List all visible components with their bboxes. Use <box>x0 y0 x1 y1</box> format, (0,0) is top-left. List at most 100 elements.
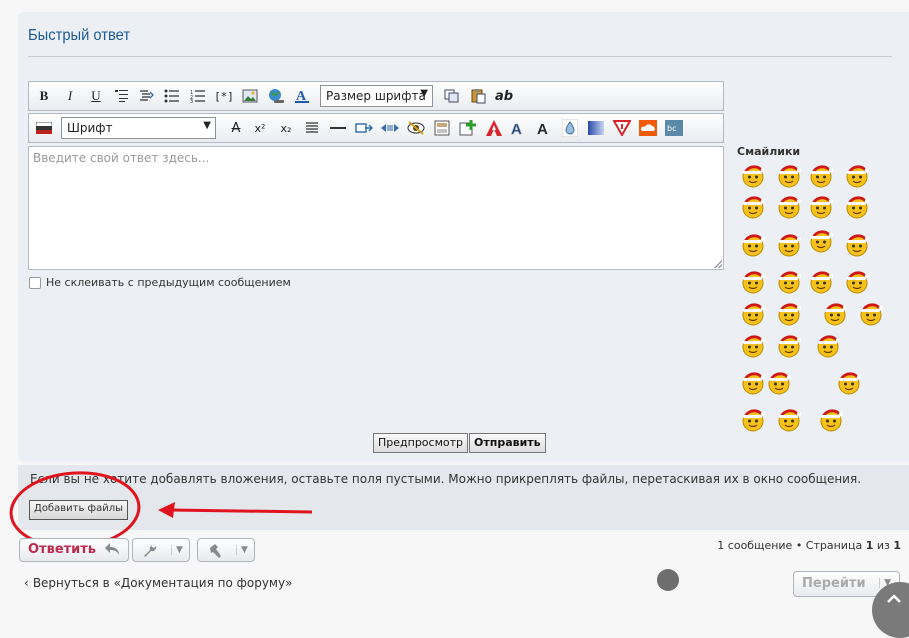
smiley-icon[interactable] <box>808 268 834 294</box>
justify-icon[interactable] <box>301 117 323 139</box>
image-icon[interactable] <box>239 85 261 107</box>
editor-toolbar-top: B I U 123 [*] A Размер шрифта ▼ ab <box>28 81 724 111</box>
font-select[interactable]: Шрифт ▼ <box>61 117 216 139</box>
pagination-of: из <box>873 539 894 552</box>
smiley-icon[interactable] <box>740 369 766 395</box>
attachments-notice: Если вы не хотите добавлять вложения, ос… <box>30 472 862 486</box>
title-divider <box>28 56 892 57</box>
smiley-icon[interactable] <box>815 332 841 358</box>
smiley-icon[interactable] <box>776 406 802 432</box>
font-size-select[interactable]: Размер шрифта ▼ <box>320 85 433 107</box>
font-a-icon[interactable]: A <box>507 117 529 139</box>
pagination: 1 сообщение • Страница 1 из 1 <box>717 539 901 552</box>
hr-icon[interactable] <box>327 117 349 139</box>
smiley-icon[interactable] <box>822 300 848 326</box>
smiley-icon[interactable] <box>808 162 834 188</box>
hammer-icon <box>207 543 223 562</box>
smiley-icon[interactable] <box>858 300 884 326</box>
strike-icon[interactable]: A <box>225 117 247 139</box>
quote-icon[interactable] <box>111 85 133 107</box>
smiley-icon[interactable] <box>740 231 766 257</box>
textarea-placeholder: Введите свой ответ здесь... <box>33 151 210 165</box>
add-files-button[interactable]: Добавить файлы <box>29 500 128 520</box>
font-select-label: Шрифт <box>67 121 113 135</box>
hide-icon[interactable] <box>379 117 401 139</box>
smiley-icon[interactable] <box>740 406 766 432</box>
eye-icon[interactable] <box>405 117 427 139</box>
smiley-icon[interactable] <box>776 332 802 358</box>
smiley-icon[interactable] <box>740 162 766 188</box>
bold-icon[interactable]: B <box>33 85 55 107</box>
subscript-icon[interactable]: x₂ <box>275 117 297 139</box>
copy-icon[interactable] <box>441 85 463 107</box>
code-icon[interactable] <box>135 85 157 107</box>
wrench-icon <box>142 543 158 562</box>
soundcloud-icon[interactable] <box>637 117 659 139</box>
italic-icon[interactable]: I <box>59 85 81 107</box>
page-title: Быстрый ответ <box>28 27 131 44</box>
chevron-down-icon: ▼ <box>236 545 248 555</box>
underline-icon[interactable]: U <box>85 85 107 107</box>
page-total: 1 <box>893 539 901 552</box>
font-a2-icon[interactable]: A <box>533 117 555 139</box>
smiley-icon[interactable] <box>776 162 802 188</box>
resize-handle-icon[interactable] <box>714 260 722 268</box>
smiley-icon[interactable] <box>740 268 766 294</box>
svg-text:3: 3 <box>190 99 193 103</box>
moderation-button[interactable]: ▼ <box>197 538 255 562</box>
smiley-icon[interactable] <box>844 193 870 219</box>
smiley-icon[interactable] <box>818 406 844 432</box>
ab-icon[interactable]: ab <box>493 85 515 107</box>
submit-button[interactable]: Отправить <box>469 433 546 453</box>
editor-toolbar-bottom: Шрифт ▼ A x² x₂ A A bc <box>28 113 724 143</box>
list-item-icon[interactable]: [*] <box>213 85 235 107</box>
back-link[interactable]: ‹ Вернуться в «Документация по форуму» <box>24 576 292 590</box>
offtop-icon[interactable] <box>431 117 453 139</box>
font-color-icon[interactable]: A <box>291 85 313 107</box>
chevron-down-icon: ▼ <box>420 88 428 99</box>
no-merge-checkbox[interactable] <box>29 277 41 289</box>
list-icon[interactable] <box>161 85 183 107</box>
smiley-icon[interactable] <box>776 193 802 219</box>
smiley-icon[interactable] <box>844 268 870 294</box>
smiley-icon[interactable] <box>844 231 870 257</box>
smiley-icon[interactable] <box>766 369 792 395</box>
add-icon[interactable] <box>457 117 479 139</box>
smiley-icon[interactable] <box>808 227 834 253</box>
reply-button[interactable]: Ответить <box>19 538 129 562</box>
chevron-up-icon <box>886 592 902 607</box>
bc-icon[interactable]: bc <box>663 117 685 139</box>
smiley-icon[interactable] <box>776 268 802 294</box>
warning-icon[interactable] <box>611 117 633 139</box>
chevron-left-icon: ‹ <box>24 576 29 590</box>
message-textarea[interactable]: Введите свой ответ здесь... <box>28 146 724 270</box>
preview-button[interactable]: Предпросмотр <box>373 433 468 453</box>
reply-arrow-icon <box>104 542 120 560</box>
url-icon[interactable] <box>265 85 287 107</box>
smiley-icon[interactable] <box>776 231 802 257</box>
gradient-icon[interactable] <box>585 117 607 139</box>
smiley-icon[interactable] <box>740 193 766 219</box>
chevron-down-icon: ▼ <box>203 120 211 131</box>
smiley-icon[interactable] <box>844 162 870 188</box>
no-merge-label: Не склеивать с предыдущим сообщением <box>46 276 291 289</box>
adobe-icon[interactable] <box>483 117 505 139</box>
smiley-icon[interactable] <box>836 369 862 395</box>
superscript-icon[interactable]: x² <box>249 117 271 139</box>
back-link-label: Вернуться в «Документация по форуму» <box>32 576 293 590</box>
chevron-down-icon: ▼ <box>171 545 183 555</box>
spoiler-icon[interactable] <box>353 117 375 139</box>
svg-text:bc: bc <box>667 124 676 133</box>
ordered-list-icon[interactable]: 123 <box>187 85 209 107</box>
tools-button[interactable]: ▼ <box>132 538 190 562</box>
smiley-icon[interactable] <box>740 300 766 326</box>
loading-indicator <box>657 569 679 591</box>
smiley-icon[interactable] <box>808 193 834 219</box>
smilies-title: Смайлики <box>737 145 801 158</box>
paste-icon[interactable] <box>467 85 489 107</box>
drop-icon[interactable] <box>559 117 581 139</box>
flag-icon[interactable] <box>33 117 55 139</box>
smiley-icon[interactable] <box>740 332 766 358</box>
smiley-icon[interactable] <box>776 300 802 326</box>
font-size-select-label: Размер шрифта <box>326 89 426 103</box>
